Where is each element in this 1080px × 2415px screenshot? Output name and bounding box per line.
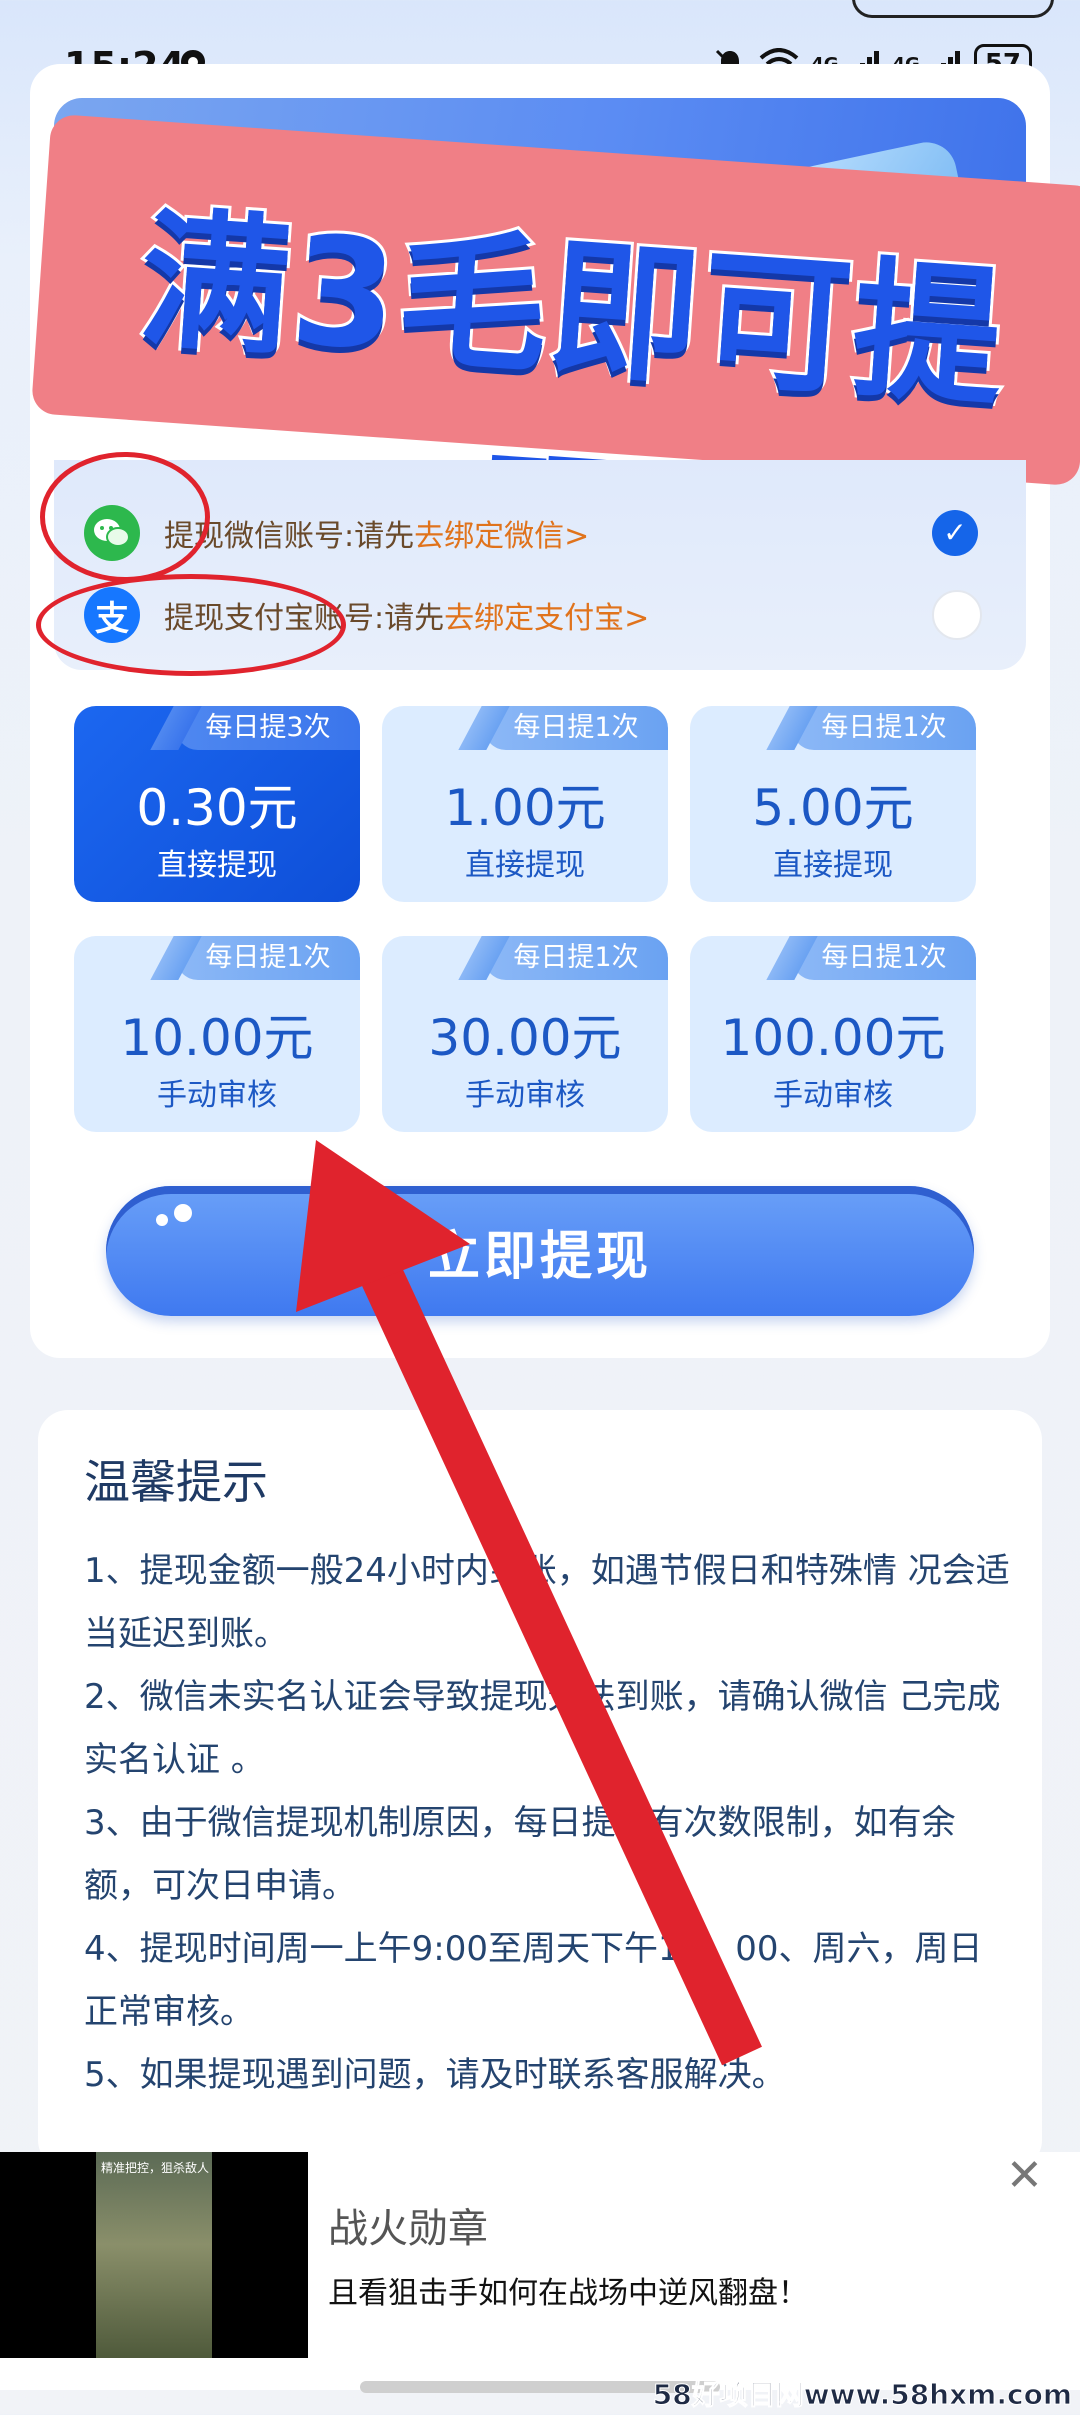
alipay-checkbox-unchecked[interactable] — [932, 590, 982, 640]
amount-option-10.00[interactable]: 每日提1次 10.00元 手动审核 — [74, 936, 360, 1132]
amount-value: 5.00元 — [752, 779, 914, 837]
amount-limit-tag: 每日提1次 — [176, 936, 360, 980]
tip-item-4: 4、提现时间周一上午9:00至周天下午18：00、周六，周日正常审核。 — [84, 1929, 983, 2032]
ad-banner[interactable]: 精准把控，狙杀敌人 战火勋章 且看狙击手如何在战场中逆风翻盘！ — [0, 2152, 1080, 2390]
ad-close-icon[interactable]: ✕ — [1006, 2154, 1043, 2198]
annotation-circle-alipay — [36, 574, 346, 676]
amount-limit-tag: 每日提1次 — [792, 706, 976, 750]
ad-description: 且看狙击手如何在战场中逆风翻盘！ — [328, 2276, 808, 2311]
watermark: 58好项目网www.58hxm.com — [652, 2378, 1072, 2412]
amount-limit-tag: 每日提3次 — [176, 706, 360, 750]
amount-value: 10.00元 — [120, 1009, 314, 1067]
amount-limit-tag: 每日提1次 — [792, 936, 976, 980]
amount-subtitle: 直接提现 — [157, 848, 277, 883]
tip-item-2: 2、微信未实名认证会导致提现无法到账，请确认微信 己完成实名认证 。 — [84, 1677, 1001, 1780]
annotation-circle-wechat — [40, 452, 210, 582]
withdraw-now-button[interactable]: 立即提现 — [106, 1186, 974, 1316]
amount-option-30.00[interactable]: 每日提1次 30.00元 手动审核 — [382, 936, 668, 1132]
amount-option-0.30[interactable]: 每日提3次 0.30元 直接提现 — [74, 706, 360, 902]
ad-thumbnail-image — [96, 2152, 212, 2358]
button-highlight-dot — [174, 1204, 192, 1222]
bind-alipay-link[interactable]: 去绑定支付宝> — [444, 601, 649, 636]
ad-thumbnail[interactable]: 精准把控，狙杀敌人 — [0, 2152, 308, 2358]
amount-option-100.00[interactable]: 每日提1次 100.00元 手动审核 — [690, 936, 976, 1132]
wechat-account-label: 提现微信账号:请先去绑定微信> — [164, 511, 589, 555]
amount-subtitle: 手动审核 — [465, 1078, 585, 1113]
bind-wechat-link[interactable]: 去绑定微信> — [414, 519, 589, 554]
tip-item-3: 3、由于微信提现机制原因，每日提现有次数限制，如有余额，可次日申请。 — [84, 1803, 956, 1906]
amount-option-1.00[interactable]: 每日提1次 1.00元 直接提现 — [382, 706, 668, 902]
amount-subtitle: 手动审核 — [157, 1078, 277, 1113]
amount-value: 100.00元 — [720, 1009, 946, 1067]
amount-value: 30.00元 — [428, 1009, 622, 1067]
amount-subtitle: 直接提现 — [465, 848, 585, 883]
wechat-checkbox-checked[interactable]: ✓ — [932, 510, 978, 556]
button-highlight-dot-small — [156, 1214, 168, 1226]
amount-option-5.00[interactable]: 每日提1次 5.00元 直接提现 — [690, 706, 976, 902]
amount-subtitle: 手动审核 — [773, 1078, 893, 1113]
tip-item-5: 5、如果提现遇到问题，请及时联系客服解决。 — [84, 2055, 786, 2095]
top-pill — [852, 0, 1054, 18]
ad-title: 战火勋章 — [328, 2206, 488, 2252]
tips-title: 温馨提示 — [84, 1455, 268, 1509]
amount-limit-tag: 每日提1次 — [484, 936, 668, 980]
amount-value: 1.00元 — [444, 779, 606, 837]
amount-limit-tag: 每日提1次 — [484, 706, 668, 750]
amount-value: 0.30元 — [136, 779, 298, 837]
ad-thumbnail-caption: 精准把控，狙杀敌人 — [100, 2161, 209, 2175]
tip-item-1: 1、提现金额一般24小时内到账，如遇节假日和特殊情 况会适当延迟到账。 — [84, 1551, 1010, 1654]
amount-subtitle: 直接提现 — [773, 848, 893, 883]
